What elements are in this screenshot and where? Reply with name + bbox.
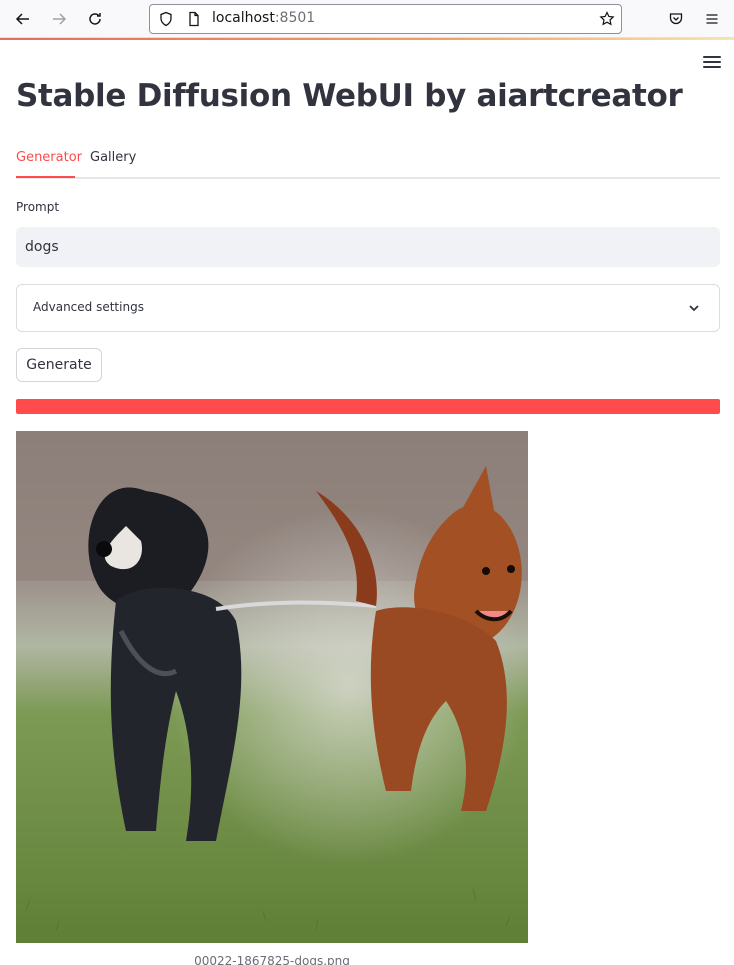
browser-toolbar: localhost:8501	[0, 0, 734, 38]
advanced-settings-label: Advanced settings	[33, 300, 144, 314]
tab-bar: Generator Gallery	[16, 145, 720, 179]
image-caption: 00022-1867825-dogs.png	[194, 954, 350, 965]
reload-icon[interactable]	[84, 8, 106, 30]
address-bar[interactable]: localhost:8501	[149, 4, 622, 34]
generate-button[interactable]: Generate	[16, 348, 102, 382]
url-text: localhost:8501	[212, 10, 315, 26]
active-tab-indicator	[16, 176, 75, 178]
generated-image	[16, 431, 528, 943]
app-menu-icon[interactable]	[703, 56, 721, 72]
url-port: :8501	[274, 10, 316, 26]
progress-fill	[16, 399, 720, 414]
progress-bar	[16, 399, 720, 414]
url-host: localhost	[212, 10, 275, 26]
shield-icon[interactable]	[158, 11, 174, 31]
tab-generator[interactable]: Generator	[16, 150, 82, 165]
bookmark-star-icon[interactable]	[599, 11, 615, 31]
page-icon	[186, 11, 202, 31]
pocket-icon[interactable]	[665, 8, 687, 30]
tab-gallery[interactable]: Gallery	[90, 150, 136, 165]
advanced-settings-expander[interactable]: Advanced settings	[16, 284, 720, 332]
prompt-input[interactable]	[16, 227, 720, 267]
forward-icon[interactable]	[48, 8, 70, 30]
page-title: Stable Diffusion WebUI by aiartcreator	[16, 78, 683, 114]
browser-menu-icon[interactable]	[701, 8, 723, 30]
prompt-label: Prompt	[16, 200, 60, 214]
page-load-indicator	[0, 38, 734, 40]
back-icon[interactable]	[12, 8, 34, 30]
chevron-down-icon	[687, 300, 701, 319]
